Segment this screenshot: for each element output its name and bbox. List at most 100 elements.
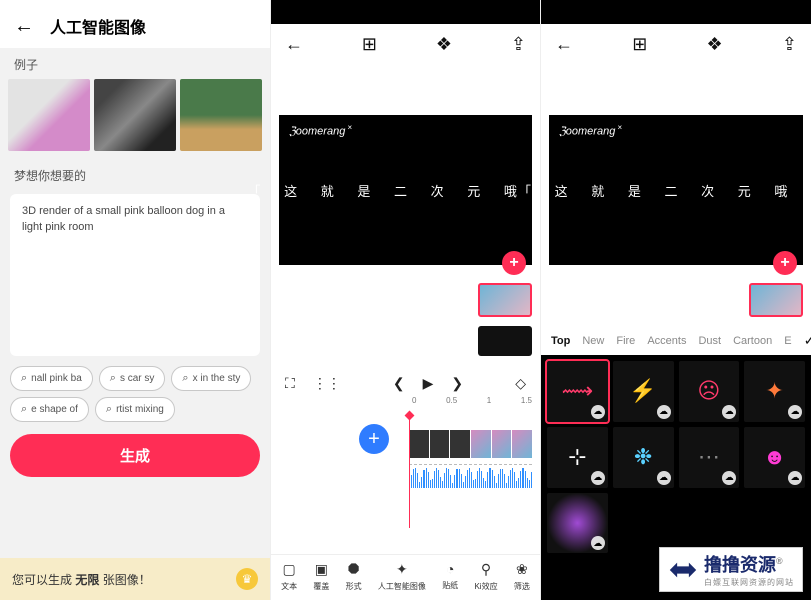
next-icon[interactable]: ❯ [451,375,463,392]
tab-text[interactable]: ▢文本 [281,561,297,592]
video-preview[interactable]: ℨoomerang× 「 这 就 是 二 次 元 哦 」 + [279,115,532,265]
layers-icon[interactable]: ❖ [436,34,452,55]
video-preview[interactable]: ℨoomerang× 「 这 就 是 二 次 元 哦 」 + [549,115,803,265]
effect-item[interactable]: ☁ [547,493,608,554]
download-icon: ☁ [591,471,605,485]
search-icon: ⌕ [110,372,116,385]
effect-item[interactable]: ❉☁ [613,427,674,488]
tab-filter[interactable]: ❀筛选 [514,561,530,592]
effect-item[interactable]: ☹☁ [679,361,740,422]
ai-image-panel: ← 人工智能图像 例子 梦想你想要的 3D render of a small … [0,0,270,600]
footer-text: 您可以生成 无限 张图像！ [12,571,151,588]
footer-banner[interactable]: 您可以生成 无限 张图像！ ♛ [0,558,270,600]
examples-label: 例子 [0,48,270,79]
playback-controls: ⛶ ⋮⋮ ❮ ▶ ❯ ◇ [271,365,540,396]
fullscreen-icon[interactable]: ⛶ [285,375,295,392]
effect-item[interactable]: ⟿☁ [547,361,608,422]
editor-panel: ← ⊞ ❖ ⇪ ℨoomerang× 「 这 就 是 二 次 元 哦 」 + ⛶… [270,0,540,600]
export-icon[interactable]: ⇪ [782,34,797,55]
back-icon[interactable]: ← [285,34,303,55]
tab-dust[interactable]: Dust [698,335,721,347]
tab-ai-image[interactable]: ✦人工智能图像 [378,561,426,592]
chip[interactable]: ⌕rtist mixing [95,397,175,422]
clip-thumb[interactable] [478,326,532,356]
tab-top[interactable]: Top [551,335,570,347]
person-icon: ⚲ [481,561,491,578]
download-icon: ☁ [788,471,802,485]
cut-icon[interactable]: ⋮⋮ [313,375,341,392]
suggestion-chips: ⌕nall pink ba ⌕s car sy ⌕x in the sty ⌕e… [0,356,270,430]
add-fab-button[interactable]: + [773,251,797,275]
back-icon[interactable]: ← [14,15,34,38]
ai-icon: ✦ [396,561,408,578]
examples-row [0,79,270,159]
tab-new[interactable]: New [582,335,604,347]
status-bar [541,0,811,24]
brand-watermark: ℨoomerang× [289,123,352,138]
effect-item[interactable]: ⊹☁ [547,427,608,488]
prompt-input[interactable]: 3D render of a small pink balloon dog in… [10,194,260,356]
chip[interactable]: ⌕e shape of [10,397,89,422]
download-icon: ☁ [722,405,736,419]
prev-icon[interactable]: ❮ [393,375,405,392]
tab-cartoon[interactable]: Cartoon [733,335,772,347]
add-clip-button[interactable]: + [359,424,389,454]
download-icon: ☁ [657,471,671,485]
timeline-ruler[interactable]: 0 0.5 1 1.5 [277,396,534,424]
chip[interactable]: ⌕nall pink ba [10,366,93,391]
chip[interactable]: ⌕s car sy [99,366,166,391]
tab-overlay[interactable]: ▣覆盖 [313,561,329,592]
tab-ki-effect[interactable]: ⚲Ki效应 [474,561,497,592]
tab-fire[interactable]: Fire [616,335,635,347]
search-icon: ⌕ [106,403,112,416]
logo-icon [668,559,698,581]
clip-thumbs [271,265,540,365]
example-thumb[interactable] [94,79,176,151]
header: ← 人工智能图像 [0,0,270,48]
playhead[interactable] [409,416,410,528]
search-icon: ⌕ [182,372,188,385]
crown-icon: ♛ [236,568,258,590]
grid-icon[interactable]: ⊞ [362,34,377,55]
tab-accents[interactable]: Accents [647,335,686,347]
chip[interactable]: ⌕x in the sty [171,366,251,391]
status-bar [271,0,540,24]
keyframe-icon[interactable]: ◇ [515,375,526,392]
clip-thumb[interactable] [478,283,532,317]
download-icon: ☁ [722,471,736,485]
text-icon: ▢ [283,561,296,578]
tab-sticker[interactable]: ◔贴纸 [442,561,458,592]
tab-shape[interactable]: ⯃形式 [346,561,362,592]
video-track[interactable] [409,430,532,458]
tab-more[interactable]: E [784,335,791,347]
subtitle-text: 「 这 就 是 二 次 元 哦 」 [248,181,564,200]
image-icon: ▣ [315,561,328,578]
example-thumb[interactable] [180,79,262,151]
grid-icon[interactable]: ⊞ [632,34,647,55]
clip-thumb[interactable] [749,283,803,317]
confirm-icon[interactable]: ✓ [804,332,811,349]
download-icon: ☁ [591,536,605,550]
search-icon: ⌕ [21,372,27,385]
download-icon: ☁ [591,405,605,419]
track-area[interactable]: + [271,424,540,488]
subtitle-text: 「 这 就 是 二 次 元 哦 」 [518,181,811,200]
layers-icon[interactable]: ❖ [707,34,723,55]
export-icon[interactable]: ⇪ [511,34,526,55]
example-thumb[interactable] [8,79,90,151]
filter-icon: ❀ [516,561,528,578]
audio-track[interactable] [409,464,532,488]
generate-button[interactable]: 生成 [10,434,260,477]
effect-item[interactable]: ✦☁ [744,361,805,422]
add-fab-button[interactable]: + [502,251,526,275]
editor-header: ← ⊞ ❖ ⇪ [271,24,540,61]
clock-icon: ◔ [446,561,454,577]
back-icon[interactable]: ← [555,34,573,55]
download-icon: ☁ [657,405,671,419]
clip-thumbs [541,265,811,326]
effect-item[interactable]: ⚡☁ [613,361,674,422]
effect-item[interactable]: ☻☁ [744,427,805,488]
effect-item[interactable]: ⋯☁ [679,427,740,488]
play-icon[interactable]: ▶ [423,375,434,392]
shape-icon: ⯃ [348,561,359,578]
